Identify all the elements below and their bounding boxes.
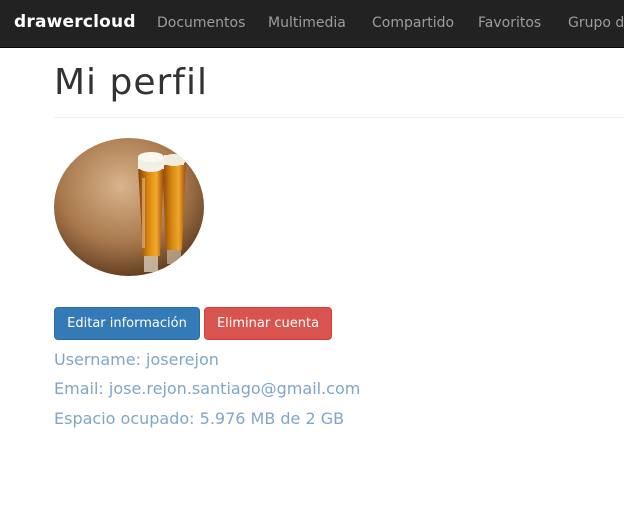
title-divider (54, 117, 624, 118)
nav-compartido[interactable]: Compartido (372, 15, 454, 31)
nav-grupo[interactable]: Grupo de (568, 15, 624, 31)
delete-account-button[interactable]: Eliminar cuenta (204, 307, 332, 340)
edit-info-button[interactable]: Editar información (54, 307, 200, 340)
username-text: Username: joserejon (54, 350, 219, 369)
brand-link[interactable]: drawercloud (14, 12, 136, 32)
nav-multimedia[interactable]: Multimedia (268, 15, 346, 31)
storage-text: Espacio ocupado: 5.976 MB de 2 GB (54, 409, 345, 428)
top-navbar: drawercloud Documentos Multimedia Compar… (0, 0, 624, 48)
beer-glasses-photo-icon (54, 138, 204, 276)
avatar (54, 138, 204, 276)
nav-documentos[interactable]: Documentos (157, 15, 245, 31)
nav-favoritos[interactable]: Favoritos (478, 15, 541, 31)
page-title: Mi perfil (54, 62, 208, 103)
email-text: Email: jose.rejon.santiago@gmail.com (54, 379, 361, 398)
